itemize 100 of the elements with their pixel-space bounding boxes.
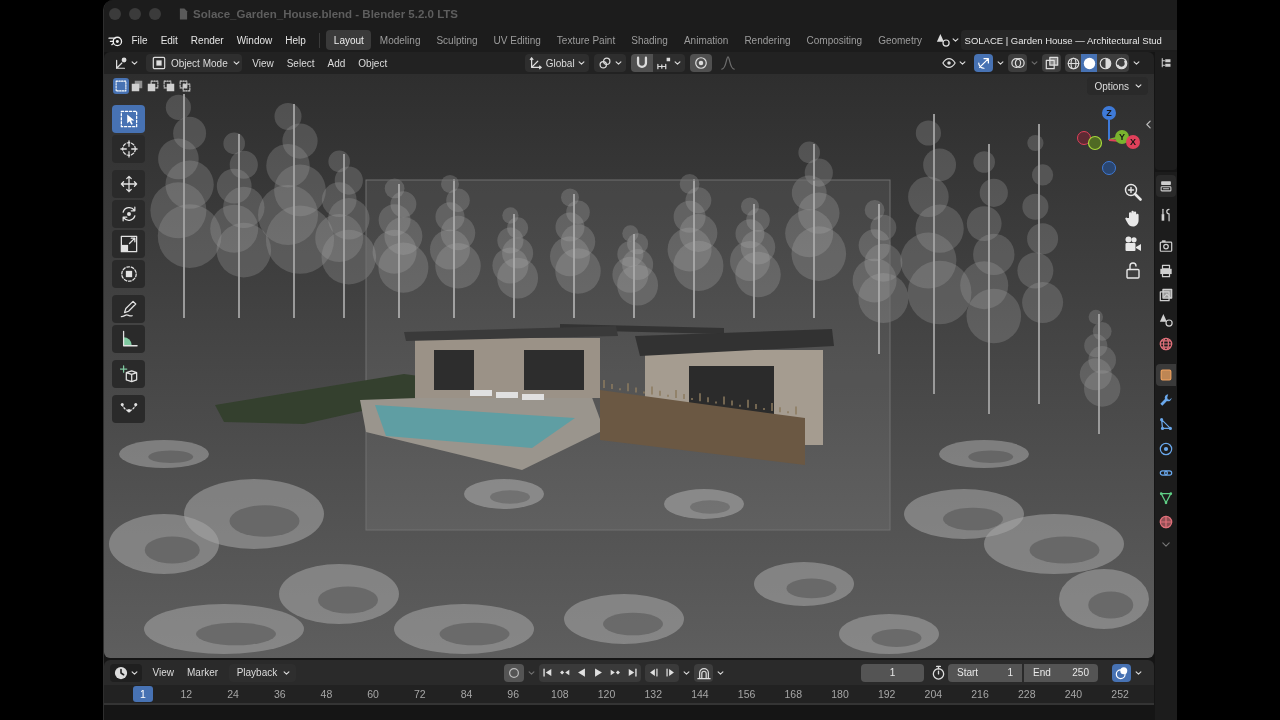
menu-item[interactable]: Help [278,30,313,50]
camera-icon[interactable] [1124,235,1142,253]
menu-item[interactable]: View [245,54,281,72]
frame-number: 108 [550,687,570,702]
options-dropdown[interactable]: Options [1086,77,1148,95]
field-label: Start [957,667,979,678]
tool-button[interactable] [112,395,145,423]
menu-item[interactable]: Render [184,30,231,50]
dashed-square-icon [115,80,127,92]
step-button[interactable] [645,663,663,682]
menu-item[interactable]: Window [230,30,279,50]
menu-item[interactable]: Object [351,54,394,72]
editor-type-dropdown[interactable] [1156,175,1176,197]
menu-item[interactable]: Add [321,54,352,72]
workspace-tab[interactable]: Texture Paint [549,30,623,50]
select-mode-button[interactable] [113,78,129,94]
chevron-left-icon[interactable] [1146,120,1151,129]
tool-button[interactable] [112,230,145,258]
zoom-icon[interactable] [1124,183,1142,201]
eye-icon [942,56,956,70]
tool-button[interactable] [112,200,145,228]
stacked-squares-icon [1044,56,1059,70]
playback-dropdown[interactable]: Playback [228,663,297,682]
orientation-dropdown[interactable]: Global [524,54,589,72]
frame-number: 252 [1110,687,1130,702]
tree-list-icon[interactable] [1160,57,1172,69]
snap-toggle[interactable] [694,663,714,682]
frame-number: 204 [923,687,944,702]
overlays-toggle[interactable] [1008,54,1027,72]
step-back-icon [648,667,660,678]
editor-type-dropdown[interactable] [110,663,142,682]
tool-button[interactable] [112,260,145,288]
frame-number: 12 [179,687,194,702]
menu-item[interactable]: View [146,663,181,682]
tool-button[interactable] [112,295,145,323]
field-value: 250 [1072,667,1089,678]
pivot-dropdown[interactable] [593,54,626,72]
select-mode-button[interactable] [145,78,161,94]
workspace-tab[interactable]: Animation [676,30,736,50]
current-frame-field[interactable]: 1 [861,663,924,682]
hand-icon[interactable] [1124,209,1142,227]
workspace-tab[interactable]: Compositing [799,30,870,50]
xray-toggle[interactable] [1042,54,1061,72]
playback-button[interactable] [624,663,642,682]
workspace-tab[interactable]: Geometry [870,30,930,50]
printer-icon [1159,263,1173,278]
menu-item[interactable]: Marker [180,663,225,682]
workspace-tab[interactable]: UV Editing [486,30,549,50]
axis-handle[interactable]: X [1126,135,1140,149]
workspace-tab[interactable]: Rendering [736,30,799,50]
caret-icon[interactable] [1135,670,1142,675]
shapes-icon [935,33,950,47]
axis-handle[interactable]: Z [1102,106,1116,120]
workspace-tab[interactable]: Shading [623,30,676,50]
gizmo-toggle[interactable] [974,54,993,72]
frame-number: 156 [736,687,757,702]
chevron-down-icon[interactable] [1162,542,1170,547]
start-frame-field[interactable]: Start 1 [948,663,1022,682]
proportional-edit-toggle[interactable] [689,54,712,72]
tool-button[interactable] [112,170,145,198]
select-mode-button[interactable] [129,78,145,94]
tool-button[interactable] [112,135,145,163]
workspace-tab[interactable]: Modeling [372,30,428,50]
playback-button[interactable] [539,663,557,682]
menu-item[interactable]: File [125,30,155,50]
select-mode-button[interactable] [177,78,193,94]
snap-toggle[interactable] [630,54,653,72]
caret-icon[interactable] [997,61,1004,65]
shading-button[interactable] [1113,54,1129,72]
frame-number: 60 [366,687,380,702]
shading-button[interactable] [1097,54,1113,72]
caret-icon[interactable] [683,670,691,675]
caret-icon[interactable] [1133,61,1140,65]
frame-number: 84 [459,687,474,702]
stopwatch-icon[interactable] [931,665,946,680]
shading-button[interactable] [1081,54,1097,72]
auto-keying-toggle[interactable] [504,663,525,682]
end-frame-field[interactable]: End 250 [1024,663,1098,682]
scene-name-field[interactable]: SOLACE | Garden House — Architectural Stud [960,30,1177,50]
mode-dropdown[interactable]: Object Mode [146,54,242,72]
toggle-button[interactable] [1112,663,1131,682]
frame-number: 228 [1016,687,1037,702]
caret-icon[interactable] [717,670,725,675]
tool-button[interactable] [112,325,145,353]
frame-number: 24 [226,687,240,702]
move-arrows-icon [119,175,138,193]
sphere-icon [1159,515,1173,529]
axes-icon [528,56,543,70]
snap-target-dropdown[interactable] [652,54,685,72]
lock-icon[interactable] [1124,261,1142,279]
workspace-tab[interactable]: Layout [326,30,372,50]
workspace-tab[interactable]: Sculpting [428,30,486,50]
tool-button[interactable] [112,105,145,133]
tool-button[interactable] [112,360,145,388]
menu-item[interactable]: Edit [154,30,185,50]
properties-tab[interactable] [1156,364,1176,386]
select-mode-button[interactable] [161,78,177,94]
step-button[interactable] [662,663,680,682]
shading-button[interactable] [1065,54,1081,72]
menu-item[interactable]: Select [280,54,321,72]
